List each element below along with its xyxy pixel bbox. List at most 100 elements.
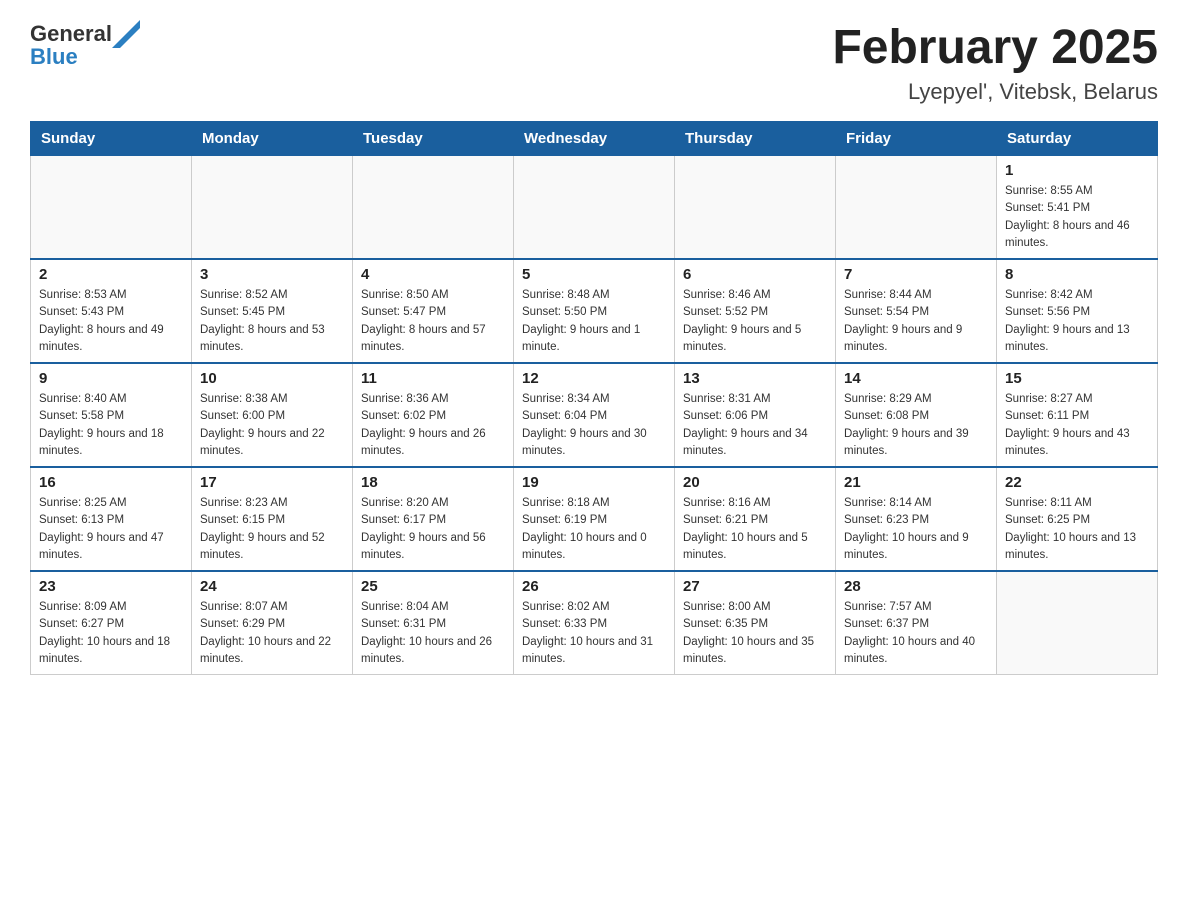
weekday-header: Friday	[836, 122, 997, 156]
calendar-cell: 14Sunrise: 8:29 AMSunset: 6:08 PMDayligh…	[836, 363, 997, 467]
day-info: Sunrise: 8:34 AMSunset: 6:04 PMDaylight:…	[522, 391, 666, 460]
day-info: Sunrise: 8:18 AMSunset: 6:19 PMDaylight:…	[522, 495, 666, 564]
calendar-subtitle: Lyepyel', Vitebsk, Belarus	[832, 79, 1158, 105]
day-info: Sunrise: 8:07 AMSunset: 6:29 PMDaylight:…	[200, 599, 344, 668]
calendar-cell: 27 Sunrise: 8:00 AMSunset: 6:35 PMDayligh…	[675, 571, 836, 675]
calendar-cell: 16 Sunrise: 8:25 AMSunset: 6:13 PMDayligh…	[31, 467, 192, 571]
day-number: 28	[844, 578, 988, 595]
day-number: 20	[683, 474, 827, 491]
day-info: Sunrise: 8:42 AMSunset: 5:56 PMDaylight:…	[1005, 287, 1149, 356]
calendar-cell: 23 Sunrise: 8:09 AMSunset: 6:27 PMDayligh…	[31, 571, 192, 675]
calendar-cell: 25 Sunrise: 8:04 AMSunset: 6:31 PMDayligh…	[353, 571, 514, 675]
day-info: Sunrise: 8:40 AMSunset: 5:58 PMDaylight:…	[39, 391, 183, 460]
calendar-cell: 5Sunrise: 8:48 AMSunset: 5:50 PMDaylight…	[514, 259, 675, 363]
day-number: 10	[200, 370, 344, 387]
weekday-header: Wednesday	[514, 122, 675, 156]
calendar-week-row: 9 Sunrise: 8:40 AMSunset: 5:58 PMDaylight…	[31, 363, 1158, 467]
calendar-cell	[353, 156, 514, 260]
calendar-cell: 3 Sunrise: 8:52 AMSunset: 5:45 PMDaylight…	[192, 259, 353, 363]
calendar-cell	[675, 156, 836, 260]
calendar-cell: 7Sunrise: 8:44 AMSunset: 5:54 PMDaylight…	[836, 259, 997, 363]
calendar-cell: 17 Sunrise: 8:23 AMSunset: 6:15 PMDayligh…	[192, 467, 353, 571]
weekday-header: Thursday	[675, 122, 836, 156]
day-info: Sunrise: 8:16 AMSunset: 6:21 PMDaylight:…	[683, 495, 827, 564]
day-number: 7	[844, 266, 988, 283]
calendar-cell: 10 Sunrise: 8:38 AMSunset: 6:00 PMDayligh…	[192, 363, 353, 467]
logo-blue-text: Blue	[30, 44, 78, 70]
day-info: Sunrise: 8:23 AMSunset: 6:15 PMDaylight:…	[200, 495, 344, 564]
weekday-header: Saturday	[997, 122, 1158, 156]
calendar-cell: 4 Sunrise: 8:50 AMSunset: 5:47 PMDaylight…	[353, 259, 514, 363]
day-info: Sunrise: 8:29 AMSunset: 6:08 PMDaylight:…	[844, 391, 988, 460]
calendar-cell	[836, 156, 997, 260]
calendar-cell	[31, 156, 192, 260]
weekday-header: Sunday	[31, 122, 192, 156]
day-info: Sunrise: 8:53 AMSunset: 5:43 PMDaylight:…	[39, 287, 183, 356]
day-number: 13	[683, 370, 827, 387]
day-info: Sunrise: 8:52 AMSunset: 5:45 PMDaylight:…	[200, 287, 344, 356]
page-header: General Blue February 2025 Lyepyel', Vit…	[30, 20, 1158, 105]
calendar-title: February 2025	[832, 20, 1158, 75]
weekday-header: Monday	[192, 122, 353, 156]
calendar-cell: 24 Sunrise: 8:07 AMSunset: 6:29 PMDayligh…	[192, 571, 353, 675]
day-info: Sunrise: 8:55 AMSunset: 5:41 PMDaylight:…	[1005, 183, 1149, 252]
calendar-cell: 28 Sunrise: 7:57 AMSunset: 6:37 PMDayligh…	[836, 571, 997, 675]
day-number: 2	[39, 266, 183, 283]
day-number: 1	[1005, 162, 1149, 179]
calendar-cell: 15 Sunrise: 8:27 AMSunset: 6:11 PMDayligh…	[997, 363, 1158, 467]
calendar-table: SundayMondayTuesdayWednesdayThursdayFrid…	[30, 121, 1158, 675]
day-number: 22	[1005, 474, 1149, 491]
day-info: Sunrise: 8:20 AMSunset: 6:17 PMDaylight:…	[361, 495, 505, 564]
day-info: Sunrise: 8:31 AMSunset: 6:06 PMDaylight:…	[683, 391, 827, 460]
day-number: 27	[683, 578, 827, 595]
day-number: 16	[39, 474, 183, 491]
day-number: 8	[1005, 266, 1149, 283]
day-number: 25	[361, 578, 505, 595]
day-info: Sunrise: 8:04 AMSunset: 6:31 PMDaylight:…	[361, 599, 505, 668]
calendar-cell: 9 Sunrise: 8:40 AMSunset: 5:58 PMDaylight…	[31, 363, 192, 467]
day-number: 11	[361, 370, 505, 387]
day-number: 17	[200, 474, 344, 491]
day-number: 3	[200, 266, 344, 283]
day-info: Sunrise: 8:25 AMSunset: 6:13 PMDaylight:…	[39, 495, 183, 564]
day-number: 21	[844, 474, 988, 491]
day-info: Sunrise: 7:57 AMSunset: 6:37 PMDaylight:…	[844, 599, 988, 668]
logo-triangle-icon	[112, 20, 142, 48]
weekday-header: Tuesday	[353, 122, 514, 156]
calendar-week-row: 2 Sunrise: 8:53 AMSunset: 5:43 PMDaylight…	[31, 259, 1158, 363]
day-info: Sunrise: 8:46 AMSunset: 5:52 PMDaylight:…	[683, 287, 827, 356]
calendar-cell: 2 Sunrise: 8:53 AMSunset: 5:43 PMDaylight…	[31, 259, 192, 363]
calendar-header-row: SundayMondayTuesdayWednesdayThursdayFrid…	[31, 122, 1158, 156]
day-number: 19	[522, 474, 666, 491]
calendar-cell: 1 Sunrise: 8:55 AMSunset: 5:41 PMDaylight…	[997, 156, 1158, 260]
calendar-cell: 13 Sunrise: 8:31 AMSunset: 6:06 PMDayligh…	[675, 363, 836, 467]
calendar-cell: 11 Sunrise: 8:36 AMSunset: 6:02 PMDayligh…	[353, 363, 514, 467]
day-info: Sunrise: 8:50 AMSunset: 5:47 PMDaylight:…	[361, 287, 505, 356]
calendar-cell: 20 Sunrise: 8:16 AMSunset: 6:21 PMDayligh…	[675, 467, 836, 571]
calendar-week-row: 23 Sunrise: 8:09 AMSunset: 6:27 PMDayligh…	[31, 571, 1158, 675]
day-number: 15	[1005, 370, 1149, 387]
calendar-cell: 21Sunrise: 8:14 AMSunset: 6:23 PMDayligh…	[836, 467, 997, 571]
calendar-cell: 12 Sunrise: 8:34 AMSunset: 6:04 PMDayligh…	[514, 363, 675, 467]
day-number: 5	[522, 266, 666, 283]
calendar-cell	[514, 156, 675, 260]
day-info: Sunrise: 8:00 AMSunset: 6:35 PMDaylight:…	[683, 599, 827, 668]
day-info: Sunrise: 8:36 AMSunset: 6:02 PMDaylight:…	[361, 391, 505, 460]
logo: General Blue	[30, 20, 142, 70]
day-number: 9	[39, 370, 183, 387]
day-number: 26	[522, 578, 666, 595]
calendar-cell	[192, 156, 353, 260]
day-number: 24	[200, 578, 344, 595]
calendar-cell: 26 Sunrise: 8:02 AMSunset: 6:33 PMDayligh…	[514, 571, 675, 675]
day-info: Sunrise: 8:02 AMSunset: 6:33 PMDaylight:…	[522, 599, 666, 668]
day-info: Sunrise: 8:09 AMSunset: 6:27 PMDaylight:…	[39, 599, 183, 668]
day-number: 23	[39, 578, 183, 595]
title-area: February 2025 Lyepyel', Vitebsk, Belarus	[832, 20, 1158, 105]
day-number: 6	[683, 266, 827, 283]
calendar-cell: 6 Sunrise: 8:46 AMSunset: 5:52 PMDaylight…	[675, 259, 836, 363]
day-number: 4	[361, 266, 505, 283]
day-info: Sunrise: 8:38 AMSunset: 6:00 PMDaylight:…	[200, 391, 344, 460]
calendar-cell: 22Sunrise: 8:11 AMSunset: 6:25 PMDayligh…	[997, 467, 1158, 571]
day-info: Sunrise: 8:27 AMSunset: 6:11 PMDaylight:…	[1005, 391, 1149, 460]
day-number: 12	[522, 370, 666, 387]
